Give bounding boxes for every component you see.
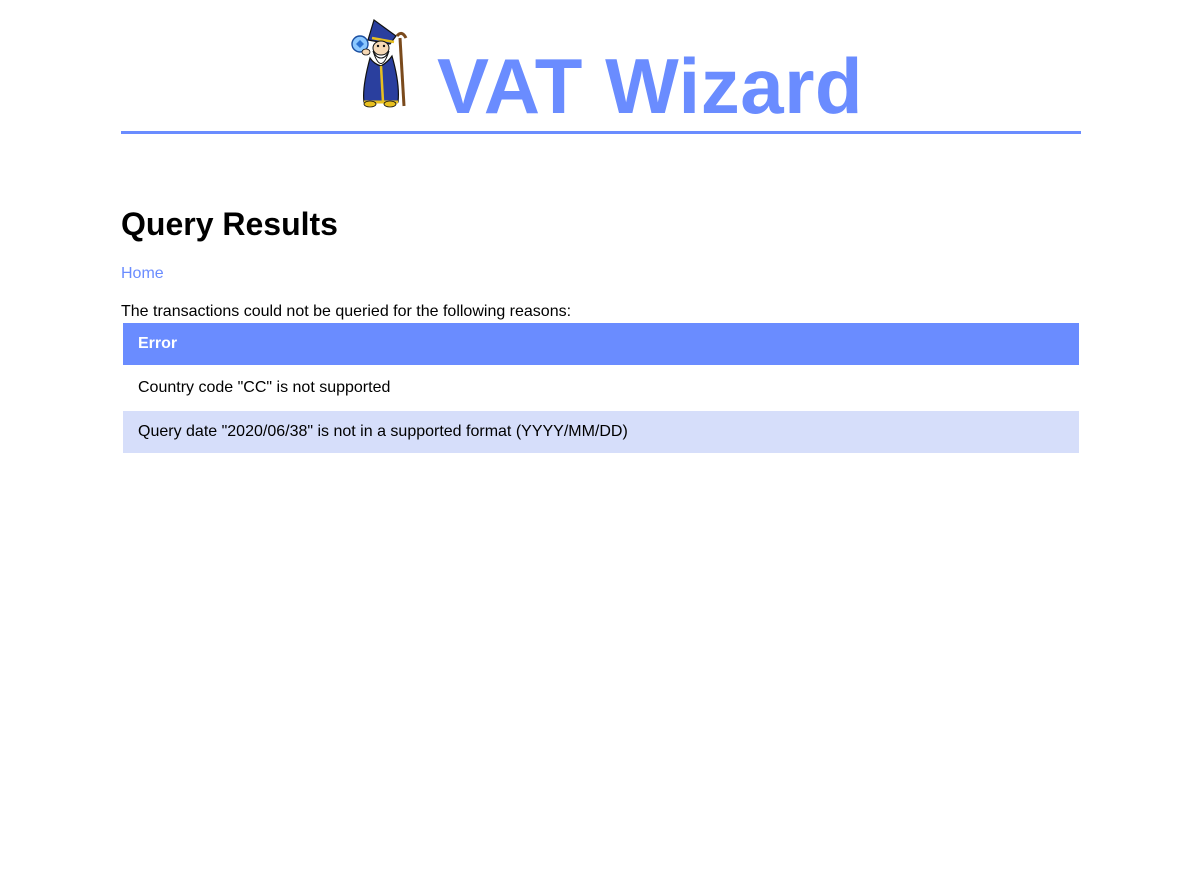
- error-cell: Country code "CC" is not supported: [123, 367, 1079, 409]
- site-title: VAT Wizard: [437, 42, 864, 130]
- error-cell: Query date "2020/06/38" is not in a supp…: [123, 411, 1079, 453]
- page-container: VAT Wizard Query Results Home The transa…: [121, 0, 1081, 453]
- home-link[interactable]: Home: [121, 264, 164, 284]
- table-row: Query date "2020/06/38" is not in a supp…: [123, 411, 1079, 453]
- site-header: VAT Wizard: [121, 0, 1081, 134]
- page-title: Query Results: [121, 206, 338, 242]
- errors-table: Error Country code "CC" is not supported…: [121, 321, 1081, 455]
- table-row: Country code "CC" is not supported: [123, 367, 1079, 409]
- table-header-row: Error: [123, 323, 1079, 365]
- wizard-logo-icon: [351, 19, 408, 108]
- column-header-error: Error: [123, 323, 1079, 365]
- error-intro-text: The transactions could not be queried fo…: [121, 303, 572, 320]
